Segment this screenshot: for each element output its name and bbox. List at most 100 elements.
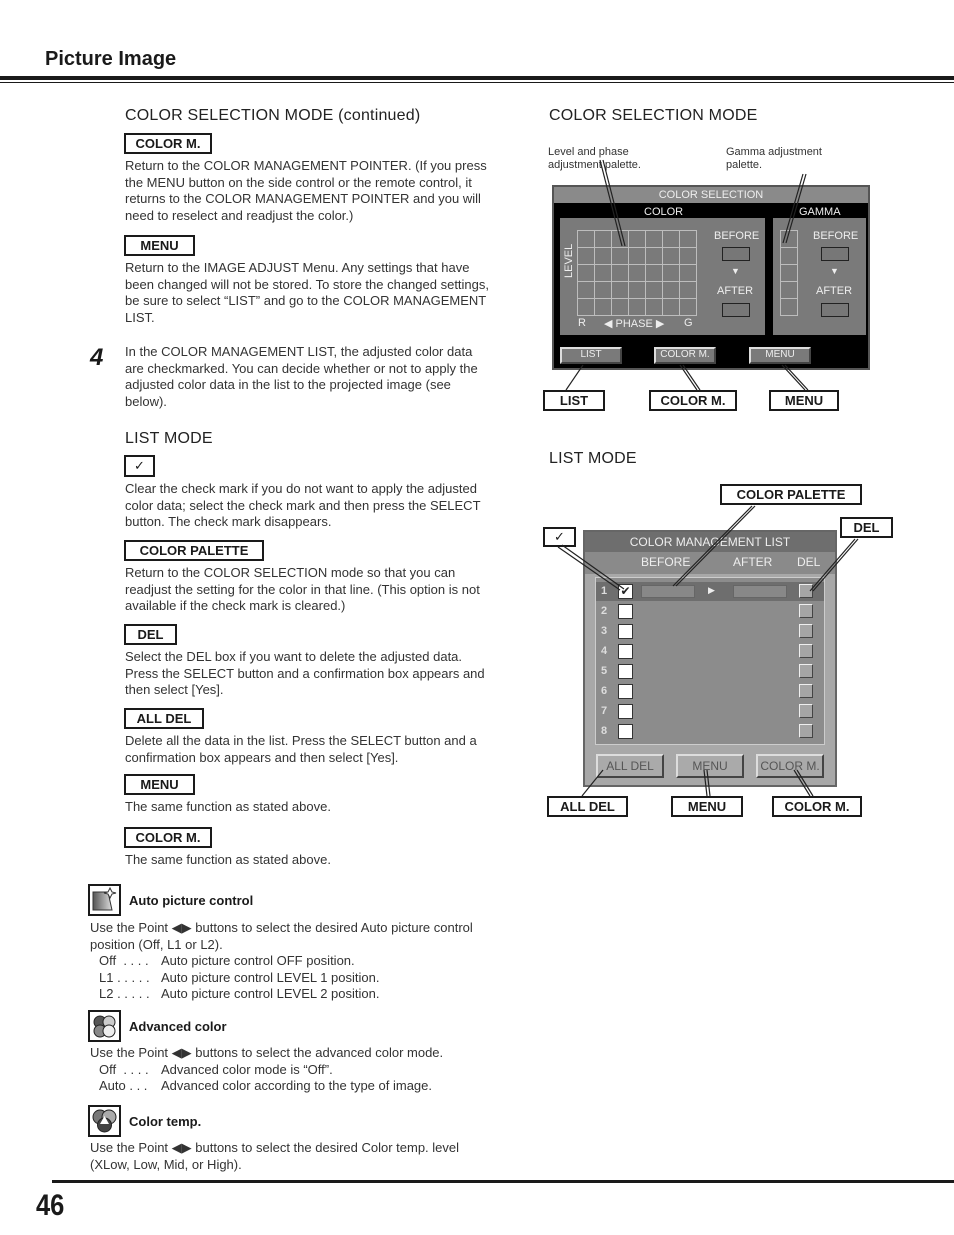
- color-selection-continued-heading: COLOR SELECTION MODE (continued): [125, 107, 421, 124]
- before-label: BEFORE: [714, 230, 760, 242]
- callout-color-m-2: COLOR M.: [772, 796, 862, 817]
- level-phase-annotation: Level and phase adjustment palette.: [548, 146, 641, 171]
- grid-cell[interactable]: [611, 264, 629, 282]
- grid-cell[interactable]: [611, 247, 629, 265]
- label-all-del: ALL DEL: [124, 708, 204, 729]
- label-checkmark: ✓: [124, 455, 155, 477]
- grid-cell[interactable]: [645, 230, 663, 248]
- level-phase-grid[interactable]: [577, 230, 697, 316]
- grid-cell[interactable]: [645, 281, 663, 299]
- del-checkbox[interactable]: [799, 624, 813, 638]
- gamma-grid[interactable]: [780, 230, 798, 316]
- osd-menu-button-2[interactable]: MENU: [676, 754, 744, 778]
- grid-cell[interactable]: [628, 247, 646, 265]
- checkmark-description: Clear the check mark if you do not want …: [125, 481, 481, 529]
- grid-cell[interactable]: [577, 281, 595, 299]
- grid-cell[interactable]: [780, 281, 798, 299]
- advanced-color-intro: Use the Point ◀▶ buttons to select the a…: [90, 1045, 444, 1060]
- apply-checkbox[interactable]: [618, 664, 633, 679]
- callout-del: DEL: [840, 517, 893, 538]
- grid-cell[interactable]: [645, 298, 663, 316]
- r-label: R: [578, 317, 586, 329]
- grid-cell[interactable]: [628, 230, 646, 248]
- grid-cell[interactable]: [780, 298, 798, 316]
- before-color-palette[interactable]: [641, 585, 695, 598]
- down-arrow-icon: ▼: [830, 266, 839, 276]
- grid-cell[interactable]: [662, 230, 680, 248]
- grid-cell[interactable]: [780, 230, 798, 248]
- grid-cell[interactable]: [662, 247, 680, 265]
- grid-cell[interactable]: [577, 298, 595, 316]
- grid-cell[interactable]: [679, 247, 697, 265]
- gamma-after-swatch: [821, 303, 849, 317]
- del-checkbox[interactable]: [799, 684, 813, 698]
- phase-label: ◀ PHASE ▶: [604, 318, 665, 330]
- del-checkbox[interactable]: [799, 584, 813, 598]
- grid-cell[interactable]: [611, 230, 629, 248]
- color-temp-title: Color temp.: [129, 1114, 202, 1129]
- del-checkbox[interactable]: [799, 704, 813, 718]
- apply-checkbox[interactable]: [618, 684, 633, 699]
- grid-cell[interactable]: [679, 298, 697, 316]
- row-number: 7: [601, 705, 608, 717]
- option-desc: Advanced color mode is “Off”.: [161, 1061, 333, 1077]
- cml-rows: 1 ✔ ▶ 2 3 4 5 6 7 8: [595, 577, 825, 745]
- color-selection-heading: COLOR SELECTION MODE: [549, 107, 758, 124]
- option-key: Off . . . .: [99, 953, 149, 968]
- grid-cell[interactable]: [611, 281, 629, 299]
- grid-cell[interactable]: [780, 247, 798, 265]
- del-checkbox[interactable]: [799, 604, 813, 618]
- del-checkbox[interactable]: [799, 644, 813, 658]
- grid-cell[interactable]: [611, 298, 629, 316]
- grid-cell[interactable]: [679, 230, 697, 248]
- header-rule-thin: [0, 82, 954, 83]
- col-before: BEFORE: [641, 555, 691, 569]
- osd-list-button[interactable]: LIST: [560, 347, 622, 364]
- grid-cell[interactable]: [628, 298, 646, 316]
- auto-picture-text: Use the Point ◀▶ buttons to select the d…: [90, 920, 490, 1003]
- list-mode-heading: LIST MODE: [125, 430, 213, 447]
- row-number: 4: [601, 645, 608, 657]
- apply-checkbox[interactable]: [618, 724, 633, 739]
- del-checkbox[interactable]: [799, 664, 813, 678]
- grid-cell[interactable]: [628, 264, 646, 282]
- apply-checkbox[interactable]: [618, 644, 633, 659]
- after-color-palette[interactable]: [733, 585, 787, 598]
- grid-cell[interactable]: [577, 230, 595, 248]
- grid-cell[interactable]: [594, 247, 612, 265]
- footer-rule: [52, 1180, 954, 1183]
- grid-cell[interactable]: [577, 247, 595, 265]
- grid-cell[interactable]: [662, 281, 680, 299]
- option-key: Off . . . .: [99, 1061, 149, 1077]
- color-selection-screen: COLOR SELECTION COLOR GAMMA LEVEL R ◀ PH…: [552, 185, 870, 370]
- apply-checkbox[interactable]: [618, 604, 633, 619]
- osd-all-del-button[interactable]: ALL DEL: [596, 754, 664, 778]
- grid-cell[interactable]: [679, 264, 697, 282]
- grid-cell[interactable]: [594, 281, 612, 299]
- option-key: L2 . . . . .: [99, 986, 150, 1001]
- col-after: AFTER: [733, 555, 773, 569]
- apply-checkbox[interactable]: [618, 704, 633, 719]
- grid-cell[interactable]: [628, 281, 646, 299]
- color-m-2-description: The same function as stated above.: [125, 852, 331, 867]
- osd-color-m-button[interactable]: COLOR M.: [654, 347, 716, 364]
- osd-color-m-button-2[interactable]: COLOR M.: [756, 754, 824, 778]
- apply-checkbox[interactable]: ✔: [618, 584, 633, 599]
- option-row: Off . . . . Advanced color mode is “Off”.: [90, 1062, 490, 1079]
- grid-cell[interactable]: [594, 230, 612, 248]
- callout-color-m: COLOR M.: [649, 390, 737, 411]
- grid-cell[interactable]: [645, 247, 663, 265]
- grid-cell[interactable]: [780, 264, 798, 282]
- grid-cell[interactable]: [662, 298, 680, 316]
- header-rule: [0, 76, 954, 80]
- grid-cell[interactable]: [645, 264, 663, 282]
- osd-menu-button[interactable]: MENU: [749, 347, 811, 364]
- apply-checkbox[interactable]: [618, 624, 633, 639]
- grid-cell[interactable]: [594, 264, 612, 282]
- grid-cell[interactable]: [679, 281, 697, 299]
- grid-cell[interactable]: [594, 298, 612, 316]
- grid-cell[interactable]: [662, 264, 680, 282]
- grid-cell[interactable]: [577, 264, 595, 282]
- color-management-list-screen: COLOR MANAGEMENT LIST BEFORE AFTER DEL 1…: [583, 530, 837, 787]
- del-checkbox[interactable]: [799, 724, 813, 738]
